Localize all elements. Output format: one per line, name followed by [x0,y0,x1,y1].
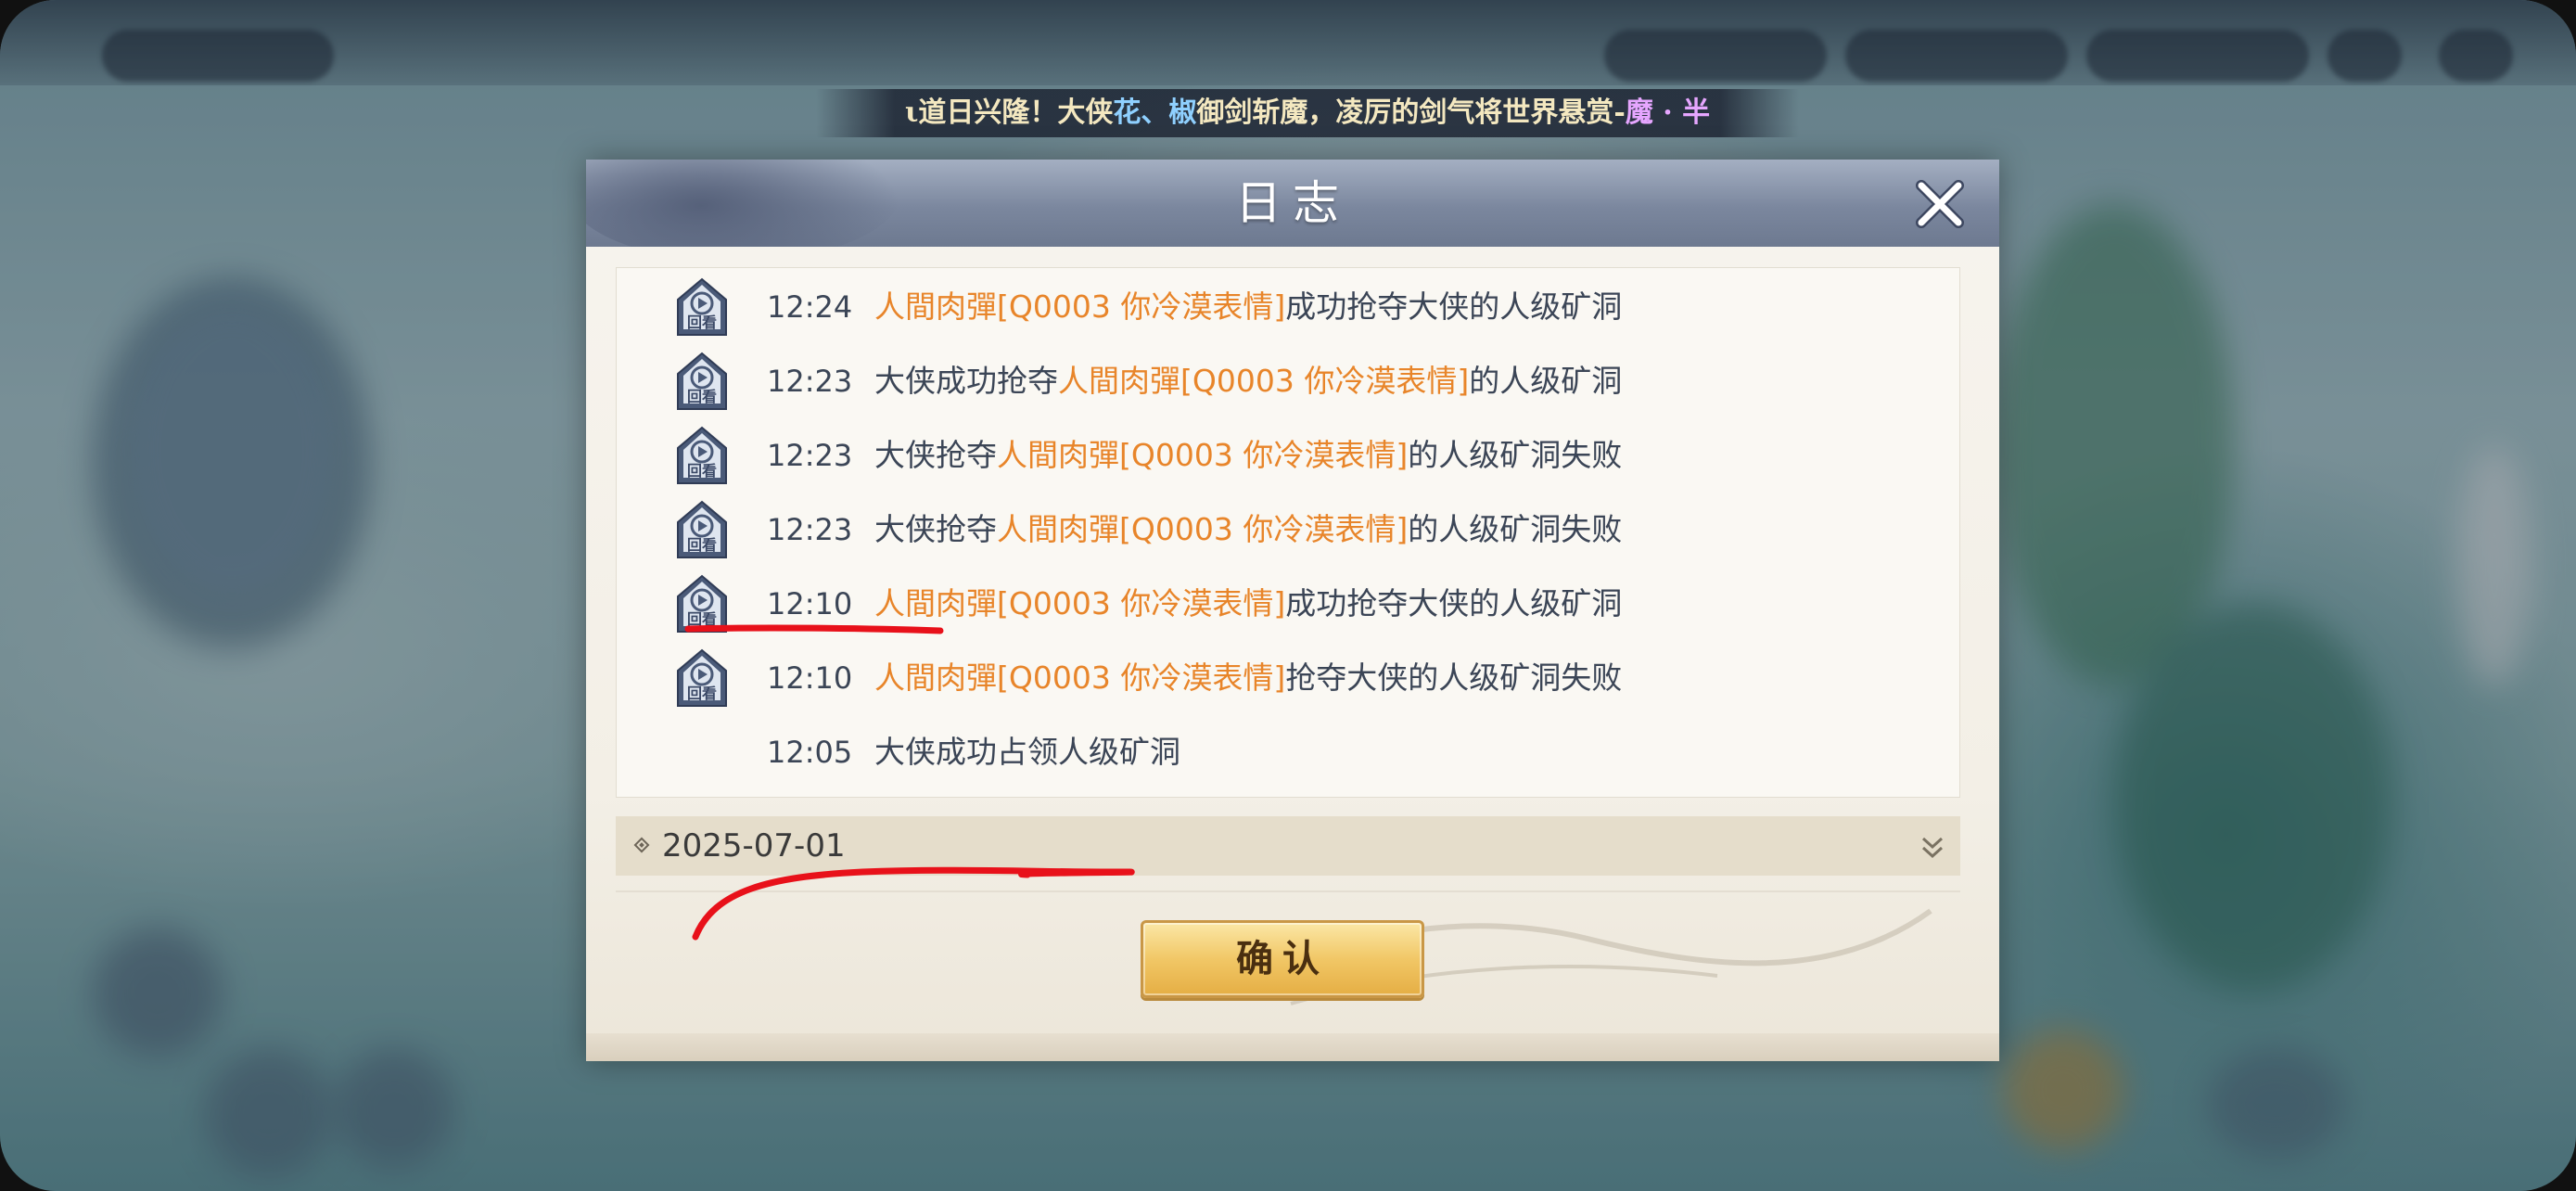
log-message-text: 大侠抢夺 [874,437,997,473]
log-time: 12:10 [767,586,853,621]
log-time: 12:10 [767,660,853,696]
chevron-double-down-icon [1921,837,1944,859]
log-message-text: 大侠成功占领人级矿洞 [874,734,1180,770]
marquee-player-name: 花、椒 [1113,96,1197,129]
marquee-text-1: ι道日兴隆！大侠 [904,96,1114,129]
log-time: 12:24 [767,289,853,325]
date-value: 2025-07-01 [662,827,846,864]
marquee-text-3: 魔 · 半 [1625,96,1711,129]
replay-button[interactable]: 回看 [672,574,732,634]
replay-button[interactable]: 回看 [672,352,732,411]
log-message-text: 的人级矿洞失败 [1408,437,1623,473]
log-row: 回看 12:23 大侠成功抢夺人間肉彈[Q0003 你冷漠表情]的人级矿洞 [617,344,1959,418]
log-dialog: 日志 回看 12:24 人間肉彈[Q0003 你冷漠表情]成功抢夺大侠的人级矿洞 回看… [586,160,1999,1061]
log-row: 回看 12:24 人間肉彈[Q0003 你冷漠表情]成功抢夺大侠的人级矿洞 [617,270,1959,344]
log-message-text: 的人级矿洞失败 [1408,511,1623,547]
replay-caption: 回看 [686,685,717,702]
replay-button[interactable]: 回看 [672,500,732,559]
log-row: 回看 12:23 大侠抢夺人間肉彈[Q0003 你冷漠表情]的人级矿洞失败 [617,418,1959,493]
log-message-text: 大侠成功抢夺 [874,363,1058,399]
diamond-icon [633,837,650,853]
replay-caption: 回看 [686,462,717,480]
close-icon [1916,180,1964,228]
announcement-marquee: ι道日兴隆！大侠花、椒御剑斩魔，凌厉的剑气将世界悬赏-魔 · 半 [816,89,1799,137]
log-time: 12:23 [767,438,853,473]
dialog-title: 日志 [1235,176,1350,230]
player-name: 人間肉彈[Q0003 你冷漠表情] [997,437,1409,473]
log-message: 大侠成功占领人级矿洞 [874,715,1180,789]
date-dropdown[interactable]: 2025-07-01 [616,816,1960,876]
log-message: 大侠抢夺人間肉彈[Q0003 你冷漠表情]的人级矿洞失败 [874,418,1622,493]
player-name: 人間肉彈[Q0003 你冷漠表情] [874,660,1286,696]
replay-caption: 回看 [686,536,717,554]
replay-button[interactable]: 回看 [672,426,732,485]
log-message: 人間肉彈[Q0003 你冷漠表情]抢夺大侠的人级矿洞失败 [874,641,1622,715]
replay-button[interactable]: 回看 [672,277,732,337]
log-message: 人間肉彈[Q0003 你冷漠表情]成功抢夺大侠的人级矿洞 [874,270,1622,344]
log-message: 大侠抢夺人間肉彈[Q0003 你冷漠表情]的人级矿洞失败 [874,493,1622,567]
replay-caption: 回看 [686,388,717,405]
log-message: 人間肉彈[Q0003 你冷漠表情]成功抢夺大侠的人级矿洞 [874,567,1622,641]
log-message: 大侠成功抢夺人間肉彈[Q0003 你冷漠表情]的人级矿洞 [874,344,1622,418]
replay-caption: 回看 [686,314,717,331]
player-name: 人間肉彈[Q0003 你冷漠表情] [874,288,1286,325]
log-message-text: 成功抢夺大侠的人级矿洞 [1285,288,1623,325]
player-name: 人間肉彈[Q0003 你冷漠表情] [874,585,1286,621]
log-message-text: 大侠抢夺 [874,511,997,547]
log-time: 12:23 [767,512,853,547]
log-row: 回看 12:10 人間肉彈[Q0003 你冷漠表情]抢夺大侠的人级矿洞失败 [617,641,1959,715]
log-time: 12:05 [767,735,853,770]
log-row: 回看 12:10 人間肉彈[Q0003 你冷漠表情]成功抢夺大侠的人级矿洞 [617,567,1959,641]
log-message-text: 抢夺大侠的人级矿洞失败 [1285,660,1623,696]
replay-button[interactable]: 回看 [672,648,732,708]
log-message-text: 的人级矿洞 [1469,363,1623,399]
player-name: 人間肉彈[Q0003 你冷漠表情] [997,511,1409,547]
log-time: 12:23 [767,364,853,399]
close-button[interactable] [1910,174,1970,234]
confirm-label: 确认 [1236,937,1329,980]
confirm-button[interactable]: 确认 [1141,920,1424,998]
dialog-footer-band [586,1033,1999,1061]
marquee-text-2: 御剑斩魔，凌厉的剑气将世界悬赏- [1196,96,1626,129]
log-row: 12:05 大侠成功占领人级矿洞 [617,715,1959,789]
replay-caption: 回看 [686,610,717,628]
log-message-text: 成功抢夺大侠的人级矿洞 [1285,585,1623,621]
log-row: 回看 12:23 大侠抢夺人間肉彈[Q0003 你冷漠表情]的人级矿洞失败 [617,493,1959,567]
player-name: 人間肉彈[Q0003 你冷漠表情] [1058,363,1470,399]
dialog-header: 日志 [586,160,1999,247]
log-list[interactable]: 回看 12:24 人間肉彈[Q0003 你冷漠表情]成功抢夺大侠的人级矿洞 回看 12:… [616,267,1960,798]
